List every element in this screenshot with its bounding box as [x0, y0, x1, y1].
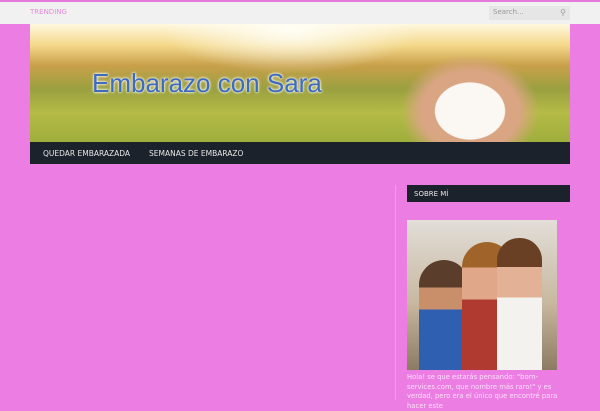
- trending-label[interactable]: TRENDING: [30, 8, 67, 16]
- about-photo: [407, 220, 557, 370]
- nav-item-quedar-embarazada[interactable]: QUEDAR EMBARAZADA: [43, 149, 130, 158]
- banner-pregnant-woman-image: [400, 54, 540, 142]
- banner-sunlight: [160, 24, 420, 74]
- site-title[interactable]: Embarazo con Sara: [92, 68, 322, 99]
- nav-item-semanas-de-embarazo[interactable]: SEMANAS DE EMBARAZO: [149, 149, 243, 158]
- main-nav: QUEDAR EMBARAZADA SEMANAS DE EMBARAZO: [30, 142, 570, 164]
- search-icon[interactable]: ⚲: [560, 8, 566, 17]
- photo-girl: [497, 238, 542, 370]
- search-input[interactable]: Search... ⚲: [489, 6, 570, 20]
- header-banner[interactable]: Embarazo con Sara: [30, 24, 570, 142]
- search-placeholder: Search...: [493, 8, 524, 16]
- top-bar: TRENDING Search... ⚲: [0, 2, 600, 24]
- sidebar-divider: [395, 185, 396, 400]
- about-text: Hola! se que estarás pensando: "born-ser…: [407, 373, 558, 410]
- widget-title: SOBRE MÍ: [407, 185, 570, 202]
